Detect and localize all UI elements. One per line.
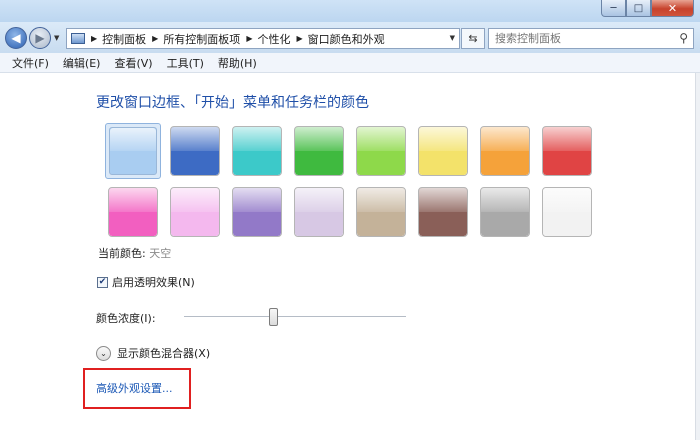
color-swatch-twilight[interactable] xyxy=(170,126,220,176)
advanced-appearance-link[interactable]: 高级外观设置... xyxy=(96,380,173,396)
current-color: 当前颜色: 天空 xyxy=(98,245,171,261)
address-dropdown-icon[interactable]: ▼ xyxy=(450,34,455,42)
forward-button[interactable]: ▶ xyxy=(29,27,51,49)
color-swatch-frost[interactable] xyxy=(542,187,592,237)
color-intensity-slider[interactable] xyxy=(184,308,406,326)
swatch-fill xyxy=(543,127,591,175)
recent-pages-dropdown-icon[interactable]: ▼ xyxy=(54,34,59,42)
chevron-right-icon[interactable]: ▶ xyxy=(246,34,252,43)
search-icon[interactable]: ⚲ xyxy=(679,31,688,45)
swatch-fill xyxy=(233,188,281,236)
swatch-fill xyxy=(481,188,529,236)
swatch-fill xyxy=(419,127,467,175)
current-color-value: 天空 xyxy=(149,247,172,260)
color-intensity-label: 颜色浓度(I): xyxy=(96,312,156,325)
menu-view[interactable]: 查看(V) xyxy=(108,55,158,71)
color-swatch-sky[interactable] xyxy=(105,123,161,179)
menu-tools[interactable]: 工具(T) xyxy=(161,55,210,71)
swatch-fill xyxy=(171,188,219,236)
chevron-right-icon[interactable]: ▶ xyxy=(91,34,97,43)
vertical-scrollbar[interactable] xyxy=(695,73,700,440)
swatch-fill xyxy=(109,127,157,175)
color-swatch-sea-foam[interactable] xyxy=(232,126,282,176)
window-title-bar: ─ □ ✕ xyxy=(0,0,700,22)
color-swatch-taupe[interactable] xyxy=(356,187,406,237)
window-controls: ─ □ ✕ xyxy=(601,0,694,17)
current-color-label: 当前颜色: xyxy=(98,247,146,260)
color-swatch-pumpkin[interactable] xyxy=(480,126,530,176)
chevron-down-icon[interactable]: ⌄ xyxy=(96,345,111,361)
slider-thumb[interactable] xyxy=(269,308,278,326)
color-swatch-leaf[interactable] xyxy=(294,126,344,176)
chevron-right-icon[interactable]: ▶ xyxy=(152,34,158,43)
breadcrumb-personalization[interactable]: 个性化 xyxy=(257,31,290,47)
search-input[interactable] xyxy=(489,29,669,48)
swatch-fill xyxy=(357,127,405,175)
search-box[interactable]: ⚲ xyxy=(488,28,694,49)
breadcrumb-control-panel[interactable]: 控制面板 xyxy=(102,31,146,47)
color-swatch-lime[interactable] xyxy=(356,126,406,176)
menu-edit[interactable]: 编辑(E) xyxy=(57,55,107,71)
breadcrumb-all-items[interactable]: 所有控制面板项 xyxy=(163,31,240,47)
swatch-fill xyxy=(295,127,343,175)
navigation-bar: ◀ ▶ ▼ ▶ 控制面板 ▶ 所有控制面板项 ▶ 个性化 ▶ 窗口颜色和外观 ▼… xyxy=(0,22,700,53)
menu-file[interactable]: 文件(F) xyxy=(6,55,55,71)
swatch-fill xyxy=(109,188,157,236)
color-swatch-banana[interactable] xyxy=(418,126,468,176)
address-bar[interactable]: ▶ 控制面板 ▶ 所有控制面板项 ▶ 个性化 ▶ 窗口颜色和外观 ▼ xyxy=(66,28,460,49)
minimize-button[interactable]: ─ xyxy=(601,0,626,17)
color-swatch-chocolate[interactable] xyxy=(418,187,468,237)
transparency-label[interactable]: 启用透明效果(N) xyxy=(112,274,195,290)
breadcrumb-window-color[interactable]: 窗口颜色和外观 xyxy=(308,31,385,47)
menu-bar: 文件(F) 编辑(E) 查看(V) 工具(T) 帮助(H) xyxy=(0,53,700,73)
slider-track[interactable] xyxy=(184,316,406,318)
swatch-fill xyxy=(171,127,219,175)
color-swatch-violet[interactable] xyxy=(232,187,282,237)
color-swatch-slate[interactable] xyxy=(480,187,530,237)
maximize-button[interactable]: □ xyxy=(626,0,651,17)
back-button[interactable]: ◀ xyxy=(5,27,27,49)
swatch-fill xyxy=(419,188,467,236)
close-button[interactable]: ✕ xyxy=(651,0,694,17)
color-swatch-blush[interactable] xyxy=(170,187,220,237)
swatch-fill xyxy=(543,188,591,236)
chevron-right-icon[interactable]: ▶ xyxy=(296,34,302,43)
transparency-checkbox[interactable]: ✔ xyxy=(97,276,108,288)
color-swatch-ruby[interactable] xyxy=(542,126,592,176)
color-swatch-fuchsia[interactable] xyxy=(108,187,158,237)
swatch-fill xyxy=(481,127,529,175)
color-swatch-lavender[interactable] xyxy=(294,187,344,237)
page-title: 更改窗口边框、「开始」菜单和任务栏的颜色 xyxy=(96,95,369,111)
color-mixer-toggle[interactable]: ⌄ 显示颜色混合器(X) xyxy=(96,345,210,361)
swatch-fill xyxy=(233,127,281,175)
color-mixer-label[interactable]: 显示颜色混合器(X) xyxy=(117,345,210,361)
transparency-option[interactable]: ✔ 启用透明效果(N) xyxy=(97,274,195,290)
refresh-button[interactable]: ⇆ xyxy=(461,28,485,49)
refresh-icon: ⇆ xyxy=(468,32,478,45)
menu-help[interactable]: 帮助(H) xyxy=(212,55,263,71)
control-panel-icon xyxy=(71,33,85,44)
swatch-fill xyxy=(357,188,405,236)
swatch-fill xyxy=(295,188,343,236)
